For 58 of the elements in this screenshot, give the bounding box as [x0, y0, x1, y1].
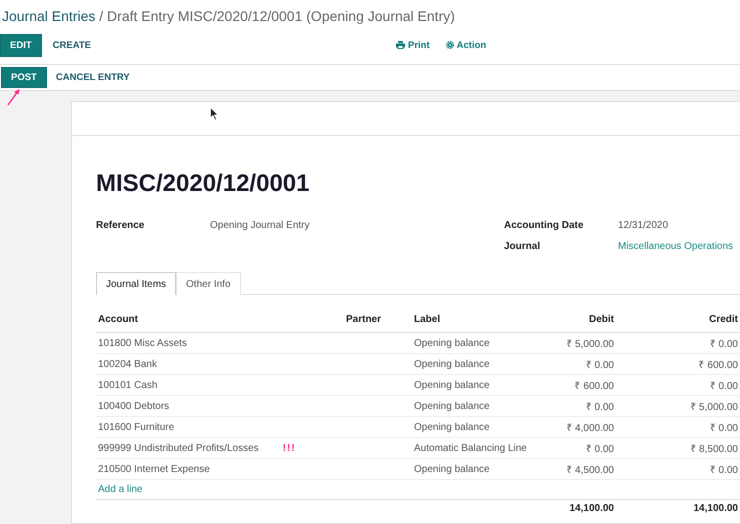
journal-link[interactable]: Miscellaneous Operations: [618, 241, 734, 252]
table-cell-text: ₹ 4,000.00: [565, 422, 615, 434]
table-cell: 100101 Cash: [98, 380, 158, 390]
table-cell-text: Opening balance: [413, 422, 491, 432]
table-cell-text: Opening balance: [413, 380, 491, 390]
mouse-pointer-icon: [210, 107, 219, 121]
table-cell-text: ₹ 5,000.00: [565, 338, 615, 350]
printer-icon: [396, 41, 405, 49]
table-cell-text: ₹ 4,500.00: [565, 464, 615, 476]
table-cell-text: ₹ 0.00: [584, 401, 615, 413]
add-line-link[interactable]: Add a line: [98, 484, 142, 495]
table-cell: 210500 Internet Expense: [98, 464, 210, 474]
dropdown-button[interactable]: Action: [446, 40, 486, 50]
table-cell-text: ₹ 0.00: [708, 422, 739, 434]
column-header: Label: [413, 314, 442, 325]
entry-title: MISC/2020/12/0001: [96, 170, 310, 198]
column-header: Credit: [708, 314, 739, 325]
table-cell-text: Opening balance: [413, 400, 491, 412]
table-cell-text: ₹ 8,500.00: [689, 443, 739, 455]
field-label: Journal: [504, 241, 542, 252]
tab[interactable]: Other Info: [176, 272, 240, 295]
table-cell-text: Opening balance: [413, 358, 491, 370]
table-cell: 101800 Misc Assets: [98, 338, 187, 348]
gear-icon: [446, 41, 454, 49]
breadcrumb-link[interactable]: Journal Entries: [2, 8, 96, 24]
secondary-button[interactable]: CREATE: [44, 40, 100, 50]
primary-button[interactable]: POST: [1, 67, 47, 88]
secondary-button[interactable]: CANCEL ENTRY: [46, 72, 139, 83]
column-header: Debit: [588, 314, 615, 325]
table-cell: 100204 Bank: [98, 358, 157, 370]
field-value: 12/31/2020: [618, 220, 670, 231]
annotation-mark: !!!: [282, 442, 296, 454]
column-header: Partner: [345, 314, 382, 325]
breadcrumb-current: / Draft Entry MISC/2020/12/0001 (Opening Journal Entry): [98, 8, 455, 24]
field-label: Reference: [96, 220, 146, 231]
column-header: Account: [97, 314, 139, 325]
table-cell-text: ₹ 0.00: [584, 443, 615, 455]
tab[interactable]: Journal Items: [96, 272, 176, 295]
primary-button[interactable]: EDIT: [0, 34, 42, 56]
table-cell-text: ₹ 0.00: [708, 464, 739, 476]
table-cell: 100400 Debtors: [98, 400, 170, 412]
table-cell-text: ₹ 0.00: [708, 338, 739, 350]
table-cell: 999999 Undistributed Profits/Losses: [98, 442, 259, 454]
total-debit: 14,100.00: [568, 503, 615, 514]
table-cell-text: ₹ 600.00: [574, 380, 615, 392]
annotation-arrow: [7, 88, 21, 106]
table-cell-text: Opening balance: [413, 464, 491, 474]
total-credit: 14,100.00: [692, 503, 739, 514]
table-cell: 101600 Furniture: [98, 422, 174, 432]
field-value: Opening Journal Entry: [210, 220, 311, 231]
table-cell-text: ₹ 0.00: [708, 380, 739, 392]
table-cell-text: ₹ 600.00: [698, 359, 739, 371]
table-cell-text: Opening balance: [413, 338, 491, 348]
dropdown-button[interactable]: Print: [396, 40, 430, 50]
table-cell-text: Automatic Balancing Line: [413, 442, 528, 454]
table-cell-text: ₹ 0.00: [584, 359, 615, 371]
table-cell-text: ₹ 5,000.00: [689, 401, 739, 413]
field-label: Accounting Date: [504, 220, 584, 231]
